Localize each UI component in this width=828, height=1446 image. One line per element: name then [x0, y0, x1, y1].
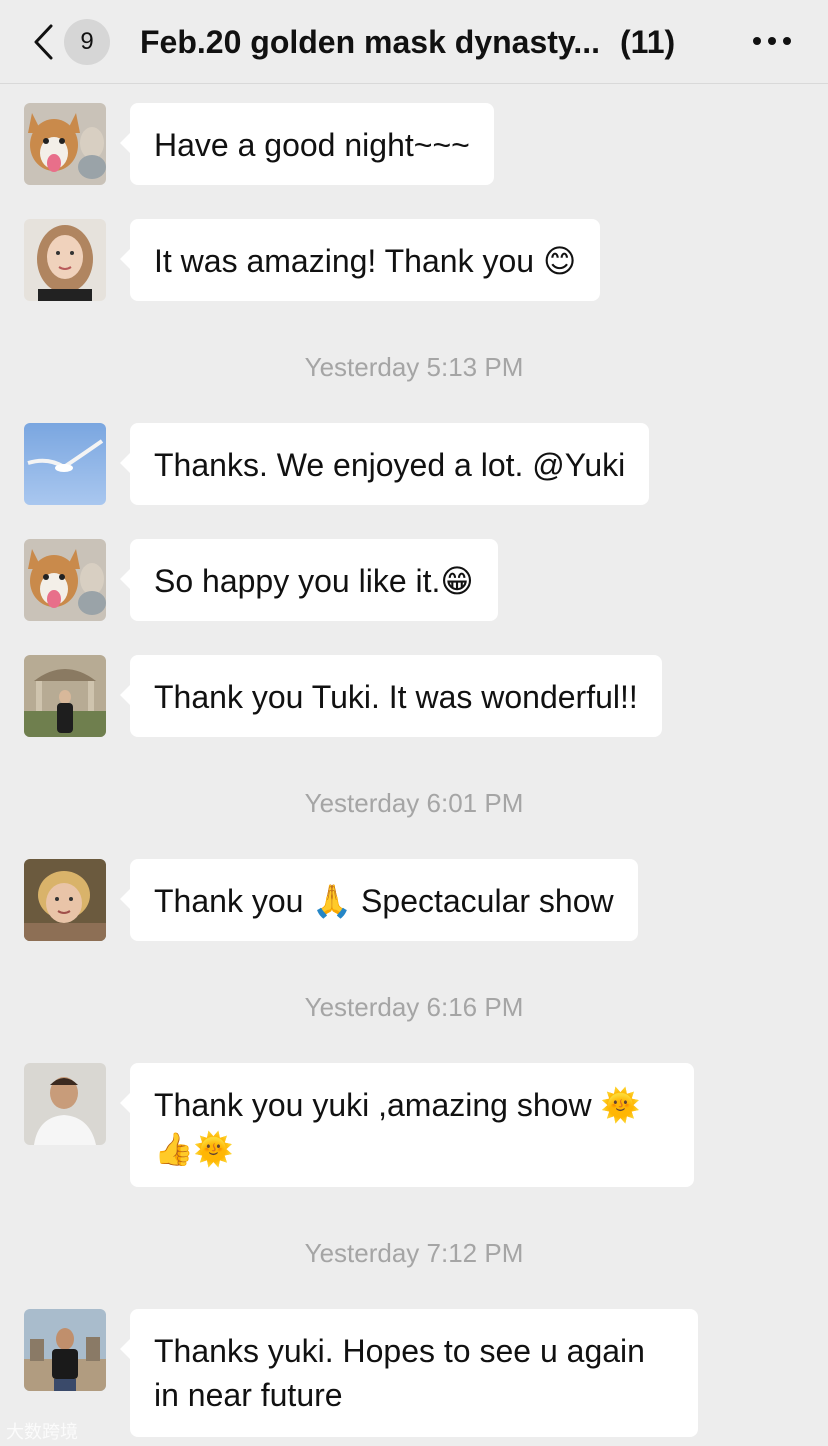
- avatar[interactable]: [24, 219, 106, 301]
- avatar[interactable]: [24, 103, 106, 185]
- avatar[interactable]: [24, 539, 106, 621]
- man-black-tshirt-avatar-image: [24, 1309, 106, 1391]
- avatar[interactable]: [24, 423, 106, 505]
- corgi-dog-avatar-image: [24, 103, 106, 185]
- timestamp: Yesterday 5:13 PM: [304, 352, 524, 382]
- grin-emoji-icon: 😁: [440, 562, 474, 600]
- message-bubble[interactable]: Thank you yuki ,amazing show 🌞 👍🌞: [120, 1063, 694, 1187]
- member-count: (11): [620, 23, 676, 60]
- praying-hands-emoji-icon: 🙏: [312, 882, 353, 920]
- message-bubble[interactable]: So happy you like it.😁: [120, 539, 498, 621]
- message-text: It was amazing! Thank you: [154, 243, 543, 279]
- smile-emoji-icon: 😊: [542, 242, 577, 280]
- chevron-left-icon: [28, 20, 58, 64]
- thumbs-up-sun-emoji-icon: 👍🌞: [154, 1130, 234, 1168]
- chat-screen: 9 Feb.20 golden mask dynasty... (11) Hav…: [0, 0, 828, 1446]
- message-text-after: Spectacular show: [352, 883, 614, 919]
- unread-count-badge: 9: [64, 19, 110, 65]
- timestamp: Yesterday 6:16 PM: [304, 992, 524, 1022]
- avatar[interactable]: [24, 1063, 106, 1145]
- message-bubble[interactable]: Have a good night~~~: [120, 103, 494, 185]
- man-white-shirt-avatar-image: [24, 1063, 106, 1145]
- message-bubble[interactable]: It was amazing! Thank you 😊: [119, 219, 601, 301]
- avatar[interactable]: [24, 859, 106, 941]
- message-bubble[interactable]: Thank you Tuki. It was wonderful!!: [120, 655, 662, 737]
- message-text: Have a good night~~~: [154, 127, 470, 163]
- watermark-text: 大数跨境: [6, 1422, 78, 1442]
- message-text-before: Thank you: [154, 883, 313, 919]
- person-pavilion-avatar-image: [24, 655, 106, 737]
- message-bubble[interactable]: Thanks yuki. Hopes to see u again in nea…: [120, 1309, 698, 1437]
- message-text: Thanks. We enjoyed a lot. @Yuki: [154, 447, 626, 483]
- timestamp: Yesterday 6:01 PM: [304, 788, 524, 818]
- message-text: Thanks yuki. Hopes to see u again in nea…: [154, 1333, 645, 1413]
- woman-portrait-avatar-image: [24, 219, 106, 301]
- message-text: So happy you like it.: [154, 563, 441, 599]
- ellipsis-icon: [753, 37, 791, 45]
- chat-title: Feb.20 golden mask dynasty...: [140, 23, 600, 60]
- chat-header: 9 Feb.20 golden mask dynasty... (11): [0, 0, 828, 84]
- sun-emoji-icon: 🌞: [600, 1086, 641, 1124]
- avatar[interactable]: [24, 655, 106, 737]
- elderly-woman-avatar-image: [24, 859, 106, 941]
- watermark: 大数跨境: [6, 1418, 78, 1444]
- corgi-dog-avatar-image: [24, 539, 106, 621]
- message-text: Thank you yuki ,amazing show: [154, 1087, 601, 1123]
- avatar[interactable]: [24, 1309, 106, 1391]
- message-bubble[interactable]: Thanks. We enjoyed a lot. @Yuki: [119, 423, 650, 505]
- back-button[interactable]: 9: [28, 18, 120, 66]
- more-options-button[interactable]: [748, 22, 796, 60]
- seagull-sky-avatar-image: [24, 423, 106, 505]
- message-bubble[interactable]: Thank you 🙏 Spectacular show: [120, 859, 638, 941]
- message-text: Thank you Tuki. It was wonderful!!: [154, 679, 638, 715]
- timestamp: Yesterday 7:12 PM: [304, 1238, 524, 1268]
- chat-title-area[interactable]: Feb.20 golden mask dynasty... (11): [140, 18, 700, 66]
